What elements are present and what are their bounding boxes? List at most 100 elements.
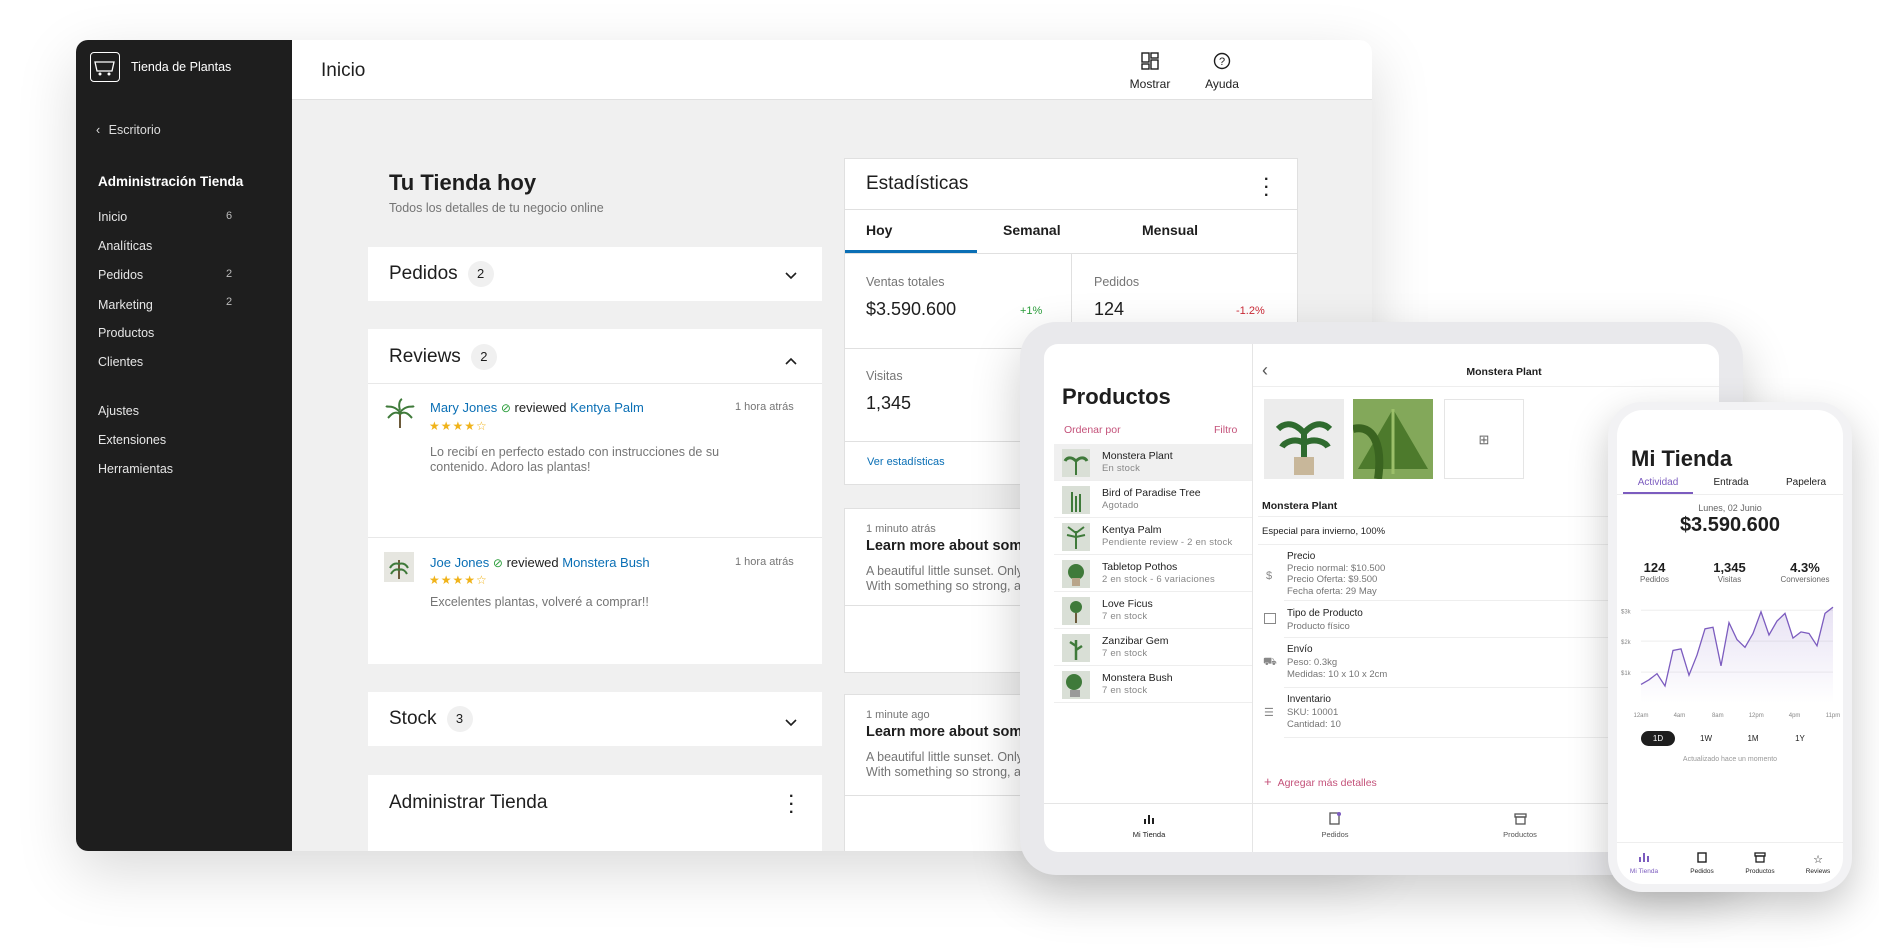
range-1m[interactable]: 1M: [1736, 731, 1770, 746]
product-list-item[interactable]: Bird of Paradise Tree Agotado: [1054, 481, 1252, 518]
add-photo-button[interactable]: ⊞: [1444, 399, 1524, 479]
review-product[interactable]: Kentya Palm: [570, 400, 644, 415]
sidebar-item-extensiones[interactable]: Extensiones: [98, 433, 166, 447]
visits-label: Visitas: [866, 369, 903, 383]
product-list-item[interactable]: Love Ficus 7 en stock: [1054, 592, 1252, 629]
phone-date: Lunes, 02 Junio: [1698, 503, 1762, 513]
product-name: Tabletop Pothos: [1102, 561, 1178, 573]
manage-store-title: Administrar Tienda: [389, 792, 548, 813]
nav-label: Mi Tienda: [1132, 830, 1166, 839]
chevron-left-icon: ‹: [96, 123, 101, 137]
product-name: Bird of Paradise Tree: [1102, 487, 1201, 499]
tab-mensual[interactable]: Mensual: [1115, 210, 1275, 253]
add-image-icon: ⊞: [1478, 432, 1490, 447]
product-list-item[interactable]: Zanzibar Gem 7 en stock: [1054, 629, 1252, 666]
review-author[interactable]: Joe Jones: [430, 555, 489, 570]
sidebar-section-title: Administración Tienda: [98, 174, 244, 189]
product-detail-header: Monstera Plant: [1466, 366, 1542, 378]
chevron-down-icon[interactable]: [785, 714, 797, 732]
orders-title: Pedidos: [389, 263, 458, 285]
sidebar-item-analiticas[interactable]: Analíticas: [98, 239, 152, 253]
back-link[interactable]: ‹ Escritorio: [96, 123, 161, 137]
stock-panel-header: Stock 3: [389, 706, 473, 732]
price-section[interactable]: Precio Precio normal: $10.500 Precio Ofe…: [1287, 551, 1385, 597]
view-stats-link[interactable]: Ver estadísticas: [867, 456, 945, 468]
sidebar-item-clientes[interactable]: Clientes: [98, 355, 143, 369]
sidebar-item-label: Analíticas: [98, 239, 153, 253]
inventory-section[interactable]: Inventario SKU: 10001 Cantidad: 10: [1287, 694, 1341, 732]
kpi-item: 1,345 Visitas: [1692, 560, 1767, 584]
orders-panel[interactable]: Pedidos 2: [368, 247, 822, 301]
star-icon: ☆: [1813, 854, 1823, 866]
sidebar-item-label: Pedidos: [98, 268, 144, 282]
stock-panel[interactable]: Stock 3: [368, 692, 822, 746]
orders-panel-header: Pedidos 2: [389, 261, 494, 287]
phone-nav-productos[interactable]: Productos: [1737, 850, 1783, 875]
kpi-item: 124 Pedidos: [1617, 560, 1692, 584]
product-list-item[interactable]: Tabletop Pothos 2 en stock - 6 variacione…: [1054, 555, 1252, 592]
product-status: 2 en stock - 6 variaciones: [1102, 574, 1215, 585]
back-arrow-icon[interactable]: ‹: [1262, 360, 1268, 381]
price-line: Precio Oferta: $9.500: [1287, 574, 1378, 585]
product-thumbnail: [1062, 449, 1090, 477]
phone-tab-papelera[interactable]: Papelera: [1769, 472, 1843, 494]
shipping-section[interactable]: Envío Peso: 0.3kg Medidas: 10 x 10 x 2cm: [1287, 644, 1387, 682]
reviews-count-badge: 2: [470, 344, 497, 370]
range-1w[interactable]: 1W: [1689, 731, 1723, 746]
total-sales-value: $3.590.600: [866, 299, 957, 319]
stock-title: Stock: [389, 708, 437, 730]
review-item: Joe Jones ⊘ reviewed Monstera Bush 1 hor…: [368, 539, 822, 659]
range-1y[interactable]: 1Y: [1783, 731, 1817, 746]
phone-nav-mi-tienda[interactable]: Mi Tienda: [1621, 850, 1667, 875]
product-list-item[interactable]: Kentya Palm Pendiente review - 2 en stock: [1054, 518, 1252, 555]
price-line: Fecha oferta: 29 May: [1287, 585, 1377, 597]
phone-tab-entrada[interactable]: Entrada: [1693, 472, 1769, 494]
product-photo[interactable]: [1353, 399, 1433, 479]
review-verb: reviewed: [514, 400, 567, 415]
sidebar-item-herramientas[interactable]: Herramientas: [98, 462, 173, 476]
more-vertical-icon[interactable]: · · ·: [1264, 172, 1269, 204]
tab-semanal[interactable]: Semanal: [977, 210, 1115, 253]
sidebar-item-productos[interactable]: Productos: [98, 326, 154, 340]
phone-nav-pedidos[interactable]: Pedidos: [1679, 850, 1725, 875]
nav-label: Pedidos: [1690, 868, 1714, 875]
phone-nav-reviews[interactable]: ☆ Reviews: [1795, 850, 1841, 876]
product-list-item[interactable]: Monstera Plant En stock: [1054, 444, 1252, 481]
product-list-item[interactable]: Monstera Bush 7 en stock: [1054, 666, 1252, 703]
inventory-line: SKU: 10001: [1287, 706, 1339, 718]
store-name[interactable]: Tienda de Plantas: [131, 60, 231, 74]
tablet-nav-productos[interactable]: Productos: [1495, 812, 1545, 839]
filter-button[interactable]: Filtro: [1214, 424, 1237, 436]
tablet-nav-mi-tienda[interactable]: Mi Tienda: [1124, 812, 1174, 839]
product-photo[interactable]: [1264, 399, 1344, 479]
help-button[interactable]: ? Ayuda: [1194, 52, 1250, 91]
sort-button[interactable]: Ordenar por: [1064, 424, 1121, 436]
review-author[interactable]: Mary Jones: [430, 400, 497, 415]
tab-label: Papelera: [1785, 477, 1827, 488]
phone-tab-actividad[interactable]: Actividad: [1623, 472, 1693, 494]
display-button[interactable]: Mostrar: [1122, 52, 1178, 91]
chevron-up-icon[interactable]: [785, 352, 797, 370]
more-vertical-icon[interactable]: · · ·: [789, 789, 794, 821]
product-type-section[interactable]: Tipo de Producto Producto físico: [1287, 607, 1363, 633]
sidebar-item-pedidos[interactable]: Pedidos: [98, 268, 143, 282]
list-icon: ☰: [1264, 707, 1274, 719]
series-area: [1641, 607, 1833, 703]
tab-hoy[interactable]: Hoy: [845, 210, 977, 253]
sidebar-item-inicio[interactable]: Inicio: [98, 210, 127, 224]
add-details-button[interactable]: + Agregar más detalles: [1264, 774, 1377, 789]
tablet-nav-pedidos[interactable]: Pedidos: [1310, 812, 1360, 839]
sidebar-item-marketing[interactable]: Marketing: [98, 298, 153, 312]
nav-label: Productos: [1745, 868, 1775, 875]
phone-screen: Mi Tienda Actividad Entrada Papelera Lun…: [1617, 410, 1843, 884]
sidebar-item-ajustes[interactable]: Ajustes: [98, 404, 139, 418]
news-time: 1 minuto atrás: [866, 523, 936, 535]
phone-title: Mi Tienda: [1631, 446, 1733, 471]
review-heading: Joe Jones ⊘ reviewed Monstera Bush: [430, 555, 650, 570]
chevron-down-icon[interactable]: [785, 267, 797, 285]
review-product[interactable]: Monstera Bush: [562, 555, 649, 570]
sidebar-count: 2: [226, 268, 233, 280]
reviews-panel-header: Reviews 2: [389, 344, 497, 370]
range-1d[interactable]: 1D: [1641, 731, 1675, 746]
tab-label: Semanal: [1003, 222, 1061, 238]
